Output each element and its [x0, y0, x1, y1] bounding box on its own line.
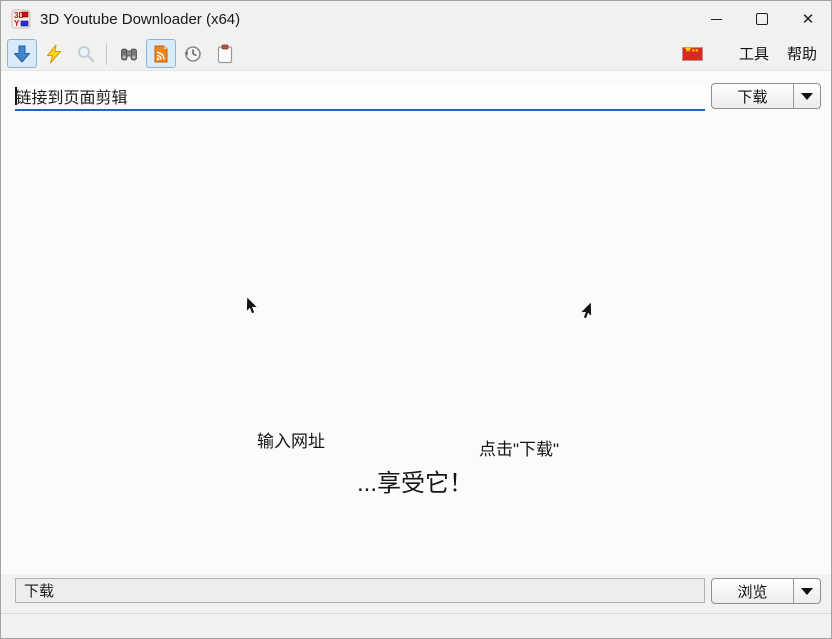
- chevron-down-icon: [801, 93, 813, 100]
- url-row: 链接到页面剪辑 下载: [1, 71, 831, 115]
- download-arrow-icon: [12, 44, 32, 64]
- download-button-label[interactable]: 下载: [712, 86, 793, 107]
- window-controls: ✕: [693, 1, 831, 37]
- feeds-button[interactable]: [146, 39, 176, 68]
- clipboard-icon: [215, 44, 235, 64]
- history-clock-icon: [183, 44, 203, 64]
- app-logo-icon: 3D Y: [11, 9, 31, 29]
- browse-button-label[interactable]: 浏览: [712, 581, 793, 602]
- minimize-button[interactable]: [693, 1, 739, 37]
- download-dropdown-arrow[interactable]: [794, 93, 820, 100]
- main-area: 输入网址 点击"下载" ...享受它！: [1, 115, 831, 574]
- cursor-arrow-right-icon: [577, 302, 592, 319]
- toolbar: ★ ★★ 工具 帮助: [1, 37, 831, 71]
- rss-feed-icon: [151, 44, 171, 64]
- hint-click-download: 点击"下载": [479, 435, 559, 460]
- minimize-icon: [711, 19, 722, 20]
- browse-split-button[interactable]: 浏览: [711, 578, 821, 604]
- quick-download-button[interactable]: [39, 39, 69, 68]
- download-split-button[interactable]: 下载: [711, 83, 821, 109]
- download-progress-bar: 下载: [15, 578, 705, 603]
- hint-enjoy: ...享受它！: [357, 463, 473, 498]
- chevron-down-icon: [801, 588, 813, 595]
- window-title: 3D Youtube Downloader (x64): [40, 11, 240, 28]
- status-bar: [1, 613, 831, 639]
- url-input[interactable]: 链接到页面剪辑: [15, 83, 705, 111]
- search-magnifier-icon: [76, 44, 96, 64]
- menu-help[interactable]: 帮助: [787, 43, 817, 64]
- language-flag-icon[interactable]: ★ ★★: [682, 47, 703, 61]
- search-button[interactable]: [71, 39, 101, 68]
- svg-text:Y: Y: [14, 19, 20, 28]
- toolbar-right-group: ★ ★★ 工具 帮助: [682, 37, 817, 70]
- lightning-bolt-icon: [44, 44, 64, 64]
- url-input-value: 链接到页面剪辑: [16, 84, 128, 108]
- clipboard-button[interactable]: [210, 39, 240, 68]
- maximize-icon: [756, 13, 768, 25]
- hint-enter-url: 输入网址: [257, 427, 325, 452]
- scheduler-button[interactable]: [178, 39, 208, 68]
- close-button[interactable]: ✕: [785, 1, 831, 37]
- cursor-arrow-left-icon: [246, 297, 261, 314]
- maximize-button[interactable]: [739, 1, 785, 37]
- app-window: 3D Y 3D Youtube Downloader (x64) ✕: [0, 0, 832, 639]
- binoculars-icon: [119, 44, 139, 64]
- find-button[interactable]: [114, 39, 144, 68]
- bottom-bar: 下载 浏览: [1, 574, 831, 613]
- progress-label: 下载: [24, 580, 54, 601]
- title-bar: 3D Y 3D Youtube Downloader (x64) ✕: [1, 1, 831, 37]
- close-icon: ✕: [802, 12, 815, 27]
- download-mode-button[interactable]: [7, 39, 37, 68]
- menu-tools[interactable]: 工具: [739, 43, 769, 64]
- toolbar-separator: [106, 43, 107, 65]
- browse-dropdown-arrow[interactable]: [794, 588, 820, 595]
